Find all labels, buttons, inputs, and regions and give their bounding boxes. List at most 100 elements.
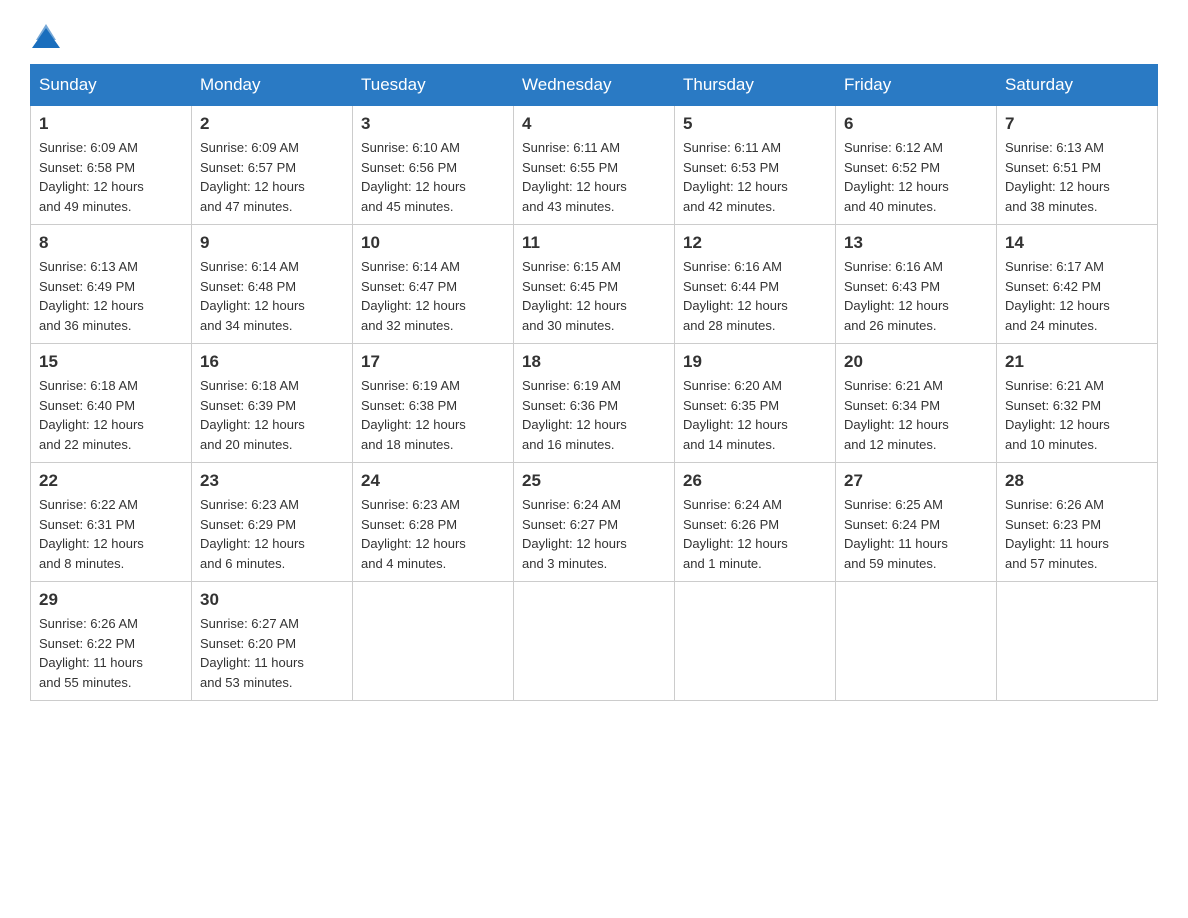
- day-info: Sunrise: 6:18 AMSunset: 6:40 PMDaylight:…: [39, 376, 183, 454]
- day-header-thursday: Thursday: [675, 65, 836, 106]
- calendar-cell: 6 Sunrise: 6:12 AMSunset: 6:52 PMDaylight…: [836, 106, 997, 225]
- week-row-4: 22 Sunrise: 6:22 AMSunset: 6:31 PMDayligh…: [31, 463, 1158, 582]
- day-info: Sunrise: 6:21 AMSunset: 6:32 PMDaylight:…: [1005, 376, 1149, 454]
- calendar-cell: 11 Sunrise: 6:15 AMSunset: 6:45 PMDayligh…: [514, 225, 675, 344]
- day-info: Sunrise: 6:25 AMSunset: 6:24 PMDaylight:…: [844, 495, 988, 573]
- day-number: 6: [844, 114, 988, 134]
- day-number: 29: [39, 590, 183, 610]
- day-info: Sunrise: 6:13 AMSunset: 6:51 PMDaylight:…: [1005, 138, 1149, 216]
- day-header-saturday: Saturday: [997, 65, 1158, 106]
- day-info: Sunrise: 6:17 AMSunset: 6:42 PMDaylight:…: [1005, 257, 1149, 335]
- calendar-cell: 16Sunrise: 6:18 AMSunset: 6:39 PMDayligh…: [192, 344, 353, 463]
- calendar-cell: 25 Sunrise: 6:24 AMSunset: 6:27 PMDayligh…: [514, 463, 675, 582]
- week-row-1: 1 Sunrise: 6:09 AMSunset: 6:58 PMDaylight…: [31, 106, 1158, 225]
- calendar-cell: [997, 582, 1158, 701]
- day-number: 4: [522, 114, 666, 134]
- day-info: Sunrise: 6:15 AMSunset: 6:45 PMDaylight:…: [522, 257, 666, 335]
- calendar-cell: 27 Sunrise: 6:25 AMSunset: 6:24 PMDayligh…: [836, 463, 997, 582]
- day-number: 2: [200, 114, 344, 134]
- calendar-cell: 7 Sunrise: 6:13 AMSunset: 6:51 PMDaylight…: [997, 106, 1158, 225]
- calendar-cell: 8 Sunrise: 6:13 AMSunset: 6:49 PMDaylight…: [31, 225, 192, 344]
- day-info: Sunrise: 6:12 AMSunset: 6:52 PMDaylight:…: [844, 138, 988, 216]
- day-number: 25: [522, 471, 666, 491]
- calendar-cell: 24 Sunrise: 6:23 AMSunset: 6:28 PMDayligh…: [353, 463, 514, 582]
- day-number: 27: [844, 471, 988, 491]
- day-info: Sunrise: 6:24 AMSunset: 6:26 PMDaylight:…: [683, 495, 827, 573]
- day-number: 24: [361, 471, 505, 491]
- day-info: Sunrise: 6:09 AMSunset: 6:58 PMDaylight:…: [39, 138, 183, 216]
- day-info: Sunrise: 6:27 AMSunset: 6:20 PMDaylight:…: [200, 614, 344, 692]
- calendar-cell: 21Sunrise: 6:21 AMSunset: 6:32 PMDayligh…: [997, 344, 1158, 463]
- day-number: 8: [39, 233, 183, 253]
- day-number: 7: [1005, 114, 1149, 134]
- day-number: 18: [522, 352, 666, 372]
- day-number: 11: [522, 233, 666, 253]
- day-info: Sunrise: 6:14 AMSunset: 6:48 PMDaylight:…: [200, 257, 344, 335]
- day-number: 5: [683, 114, 827, 134]
- day-info: Sunrise: 6:22 AMSunset: 6:31 PMDaylight:…: [39, 495, 183, 573]
- calendar-cell: 28 Sunrise: 6:26 AMSunset: 6:23 PMDayligh…: [997, 463, 1158, 582]
- day-number: 13: [844, 233, 988, 253]
- calendar-cell: 19Sunrise: 6:20 AMSunset: 6:35 PMDayligh…: [675, 344, 836, 463]
- calendar-cell: 3 Sunrise: 6:10 AMSunset: 6:56 PMDaylight…: [353, 106, 514, 225]
- day-info: Sunrise: 6:16 AMSunset: 6:43 PMDaylight:…: [844, 257, 988, 335]
- calendar-cell: 29 Sunrise: 6:26 AMSunset: 6:22 PMDayligh…: [31, 582, 192, 701]
- calendar-cell: 5 Sunrise: 6:11 AMSunset: 6:53 PMDaylight…: [675, 106, 836, 225]
- calendar-cell: 12Sunrise: 6:16 AMSunset: 6:44 PMDayligh…: [675, 225, 836, 344]
- day-number: 20: [844, 352, 988, 372]
- day-number: 28: [1005, 471, 1149, 491]
- day-header-friday: Friday: [836, 65, 997, 106]
- day-info: Sunrise: 6:24 AMSunset: 6:27 PMDaylight:…: [522, 495, 666, 573]
- day-info: Sunrise: 6:23 AMSunset: 6:29 PMDaylight:…: [200, 495, 344, 573]
- calendar-cell: [675, 582, 836, 701]
- day-info: Sunrise: 6:10 AMSunset: 6:56 PMDaylight:…: [361, 138, 505, 216]
- day-number: 19: [683, 352, 827, 372]
- calendar-cell: 9 Sunrise: 6:14 AMSunset: 6:48 PMDaylight…: [192, 225, 353, 344]
- logo: [30, 20, 60, 44]
- calendar-cell: 17 Sunrise: 6:19 AMSunset: 6:38 PMDayligh…: [353, 344, 514, 463]
- calendar-cell: 13 Sunrise: 6:16 AMSunset: 6:43 PMDayligh…: [836, 225, 997, 344]
- calendar-cell: 18 Sunrise: 6:19 AMSunset: 6:36 PMDayligh…: [514, 344, 675, 463]
- day-header-monday: Monday: [192, 65, 353, 106]
- calendar-cell: 20 Sunrise: 6:21 AMSunset: 6:34 PMDayligh…: [836, 344, 997, 463]
- day-header-sunday: Sunday: [31, 65, 192, 106]
- calendar-cell: [836, 582, 997, 701]
- day-info: Sunrise: 6:11 AMSunset: 6:55 PMDaylight:…: [522, 138, 666, 216]
- calendar-cell: 30Sunrise: 6:27 AMSunset: 6:20 PMDayligh…: [192, 582, 353, 701]
- day-info: Sunrise: 6:11 AMSunset: 6:53 PMDaylight:…: [683, 138, 827, 216]
- day-info: Sunrise: 6:13 AMSunset: 6:49 PMDaylight:…: [39, 257, 183, 335]
- day-info: Sunrise: 6:26 AMSunset: 6:22 PMDaylight:…: [39, 614, 183, 692]
- day-info: Sunrise: 6:19 AMSunset: 6:36 PMDaylight:…: [522, 376, 666, 454]
- week-row-3: 15Sunrise: 6:18 AMSunset: 6:40 PMDayligh…: [31, 344, 1158, 463]
- calendar-cell: 10Sunrise: 6:14 AMSunset: 6:47 PMDayligh…: [353, 225, 514, 344]
- day-header-wednesday: Wednesday: [514, 65, 675, 106]
- day-number: 14: [1005, 233, 1149, 253]
- day-info: Sunrise: 6:14 AMSunset: 6:47 PMDaylight:…: [361, 257, 505, 335]
- page-header: [30, 20, 1158, 44]
- calendar-cell: [514, 582, 675, 701]
- day-number: 3: [361, 114, 505, 134]
- day-number: 12: [683, 233, 827, 253]
- week-row-5: 29 Sunrise: 6:26 AMSunset: 6:22 PMDayligh…: [31, 582, 1158, 701]
- day-number: 1: [39, 114, 183, 134]
- day-number: 9: [200, 233, 344, 253]
- day-info: Sunrise: 6:23 AMSunset: 6:28 PMDaylight:…: [361, 495, 505, 573]
- day-number: 16: [200, 352, 344, 372]
- day-info: Sunrise: 6:26 AMSunset: 6:23 PMDaylight:…: [1005, 495, 1149, 573]
- calendar-cell: 23 Sunrise: 6:23 AMSunset: 6:29 PMDayligh…: [192, 463, 353, 582]
- calendar-table: SundayMondayTuesdayWednesdayThursdayFrid…: [30, 64, 1158, 701]
- day-number: 23: [200, 471, 344, 491]
- day-headers-row: SundayMondayTuesdayWednesdayThursdayFrid…: [31, 65, 1158, 106]
- day-number: 22: [39, 471, 183, 491]
- calendar-cell: 14 Sunrise: 6:17 AMSunset: 6:42 PMDayligh…: [997, 225, 1158, 344]
- logo-icon: [32, 20, 60, 48]
- day-info: Sunrise: 6:21 AMSunset: 6:34 PMDaylight:…: [844, 376, 988, 454]
- day-info: Sunrise: 6:09 AMSunset: 6:57 PMDaylight:…: [200, 138, 344, 216]
- day-header-tuesday: Tuesday: [353, 65, 514, 106]
- calendar-cell: 4 Sunrise: 6:11 AMSunset: 6:55 PMDaylight…: [514, 106, 675, 225]
- day-number: 17: [361, 352, 505, 372]
- week-row-2: 8 Sunrise: 6:13 AMSunset: 6:49 PMDaylight…: [31, 225, 1158, 344]
- day-number: 26: [683, 471, 827, 491]
- day-info: Sunrise: 6:19 AMSunset: 6:38 PMDaylight:…: [361, 376, 505, 454]
- calendar-cell: 26 Sunrise: 6:24 AMSunset: 6:26 PMDayligh…: [675, 463, 836, 582]
